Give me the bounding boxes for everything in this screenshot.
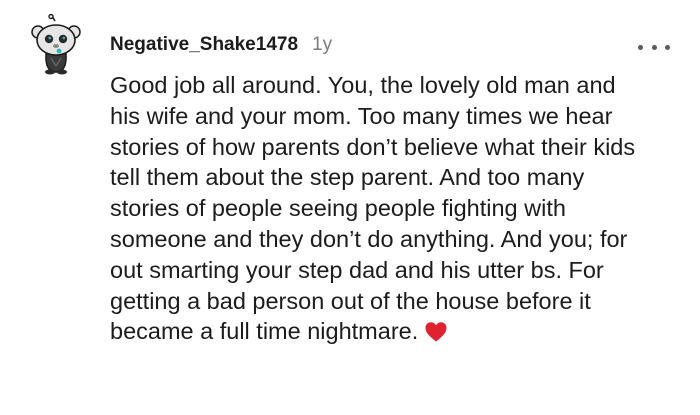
comment-body-text: Good job all around. You, the lovely old… bbox=[110, 72, 636, 345]
comment-header: Negative_Shake1478 1y bbox=[110, 34, 332, 56]
more-options-icon[interactable] bbox=[638, 40, 670, 54]
comment-body: Good job all around. You, the lovely old… bbox=[110, 70, 650, 347]
comment: Negative_Shake1478 1y Good job all aroun… bbox=[0, 0, 700, 415]
avatar[interactable] bbox=[30, 14, 84, 76]
username[interactable]: Negative_Shake1478 bbox=[110, 34, 298, 56]
heart-icon bbox=[425, 322, 447, 342]
comment-age: 1y bbox=[312, 34, 333, 55]
